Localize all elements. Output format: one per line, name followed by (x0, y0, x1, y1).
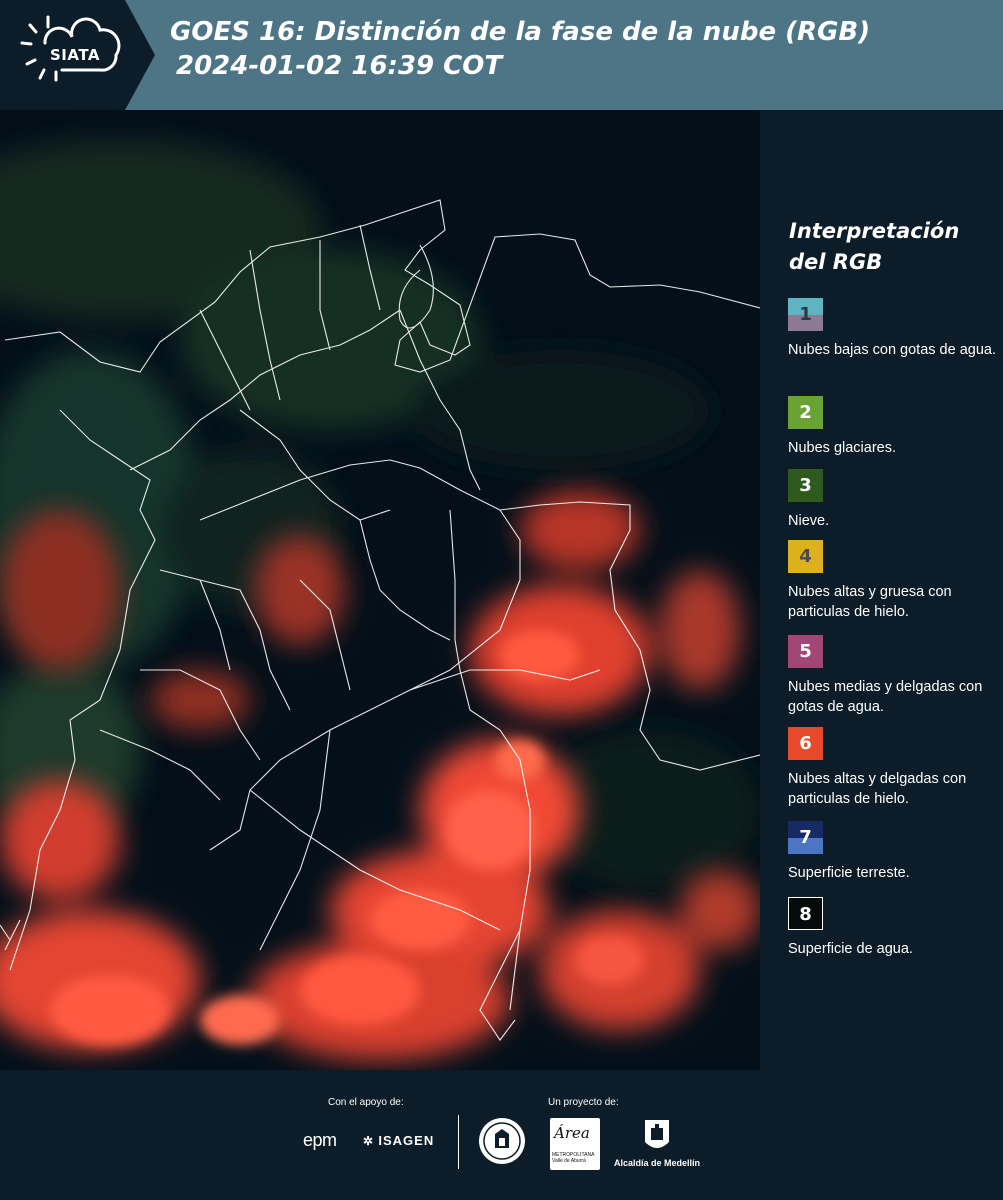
area-logo-subtext: METROPOLITANA Valle de Aburrá (552, 1152, 595, 1164)
siata-logo-text: SIATA (50, 46, 101, 64)
legend-panel: Interpretación del RGB 1 Nubes bajas con… (760, 110, 1003, 1070)
footer-divider (458, 1115, 459, 1169)
legend-item-1: 1 Nubes bajas con gotas de agua. (788, 298, 998, 360)
footer: Con el apoyo de: Un proyecto de: epm ✲ I… (0, 1070, 1003, 1200)
project-label: Un proyecto de: (548, 1097, 619, 1108)
title-line-1: GOES 16: Distinción de la fase de la nub… (170, 17, 871, 47)
legend-label-1: Nubes bajas con gotas de agua. (788, 342, 996, 358)
legend-item-4: 4 Nubes altas y gruesa con particulas de… (788, 540, 998, 622)
legend-item-5: 5 Nubes medias y delgadas con gotas de a… (788, 635, 998, 717)
legend-item-8: 8 Superficie de agua. (788, 897, 998, 959)
legend-swatch-6: 6 (788, 727, 823, 760)
epm-logo: epm (303, 1130, 337, 1150)
legend-swatch-1: 1 (788, 298, 823, 331)
legend-swatch-8: 8 (788, 897, 823, 930)
isagen-logo: ✲ ISAGEN (363, 1133, 435, 1148)
legend-label-7: Superficie terreste. (788, 865, 910, 881)
alcaldia-label: Alcaldía de Medellín (614, 1158, 701, 1168)
title-line-2: 2024-01-02 16:39 COT (176, 51, 503, 81)
legend-title: Interpretación del RGB (789, 219, 960, 274)
legend-label-2: Nubes glaciares. (788, 440, 896, 456)
legend-item-7: 7 Superficie terreste. (788, 821, 998, 883)
siata-logo: SIATA (0, 0, 155, 110)
area-metropolitana-logo: Área METROPOLITANA Valle de Aburrá (550, 1118, 600, 1170)
legend-label-6: Nubes altas y delgadas con particulas de… (788, 771, 967, 807)
legend-label-4: Nubes altas y gruesa con particulas de h… (788, 584, 952, 620)
satellite-rgb-image (0, 110, 760, 1070)
header: SIATA GOES 16: Distinción de la fase de … (0, 0, 1003, 110)
legend-swatch-7: 7 (788, 821, 823, 854)
legend-label-8: Superficie de agua. (788, 941, 913, 957)
legend-swatch-2: 2 (788, 396, 823, 429)
satellite-map[interactable] (0, 110, 760, 1070)
isagen-mark-icon: ✲ (363, 1134, 379, 1148)
legend-swatch-4: 4 (788, 540, 823, 573)
legend-item-6: 6 Nubes altas y delgadas con particulas … (788, 727, 998, 809)
legend-label-3: Nieve. (788, 513, 830, 529)
legend-item-2: 2 Nubes glaciares. (788, 396, 998, 458)
legend-item-3: 3 Nieve. (788, 469, 998, 531)
support-label: Con el apoyo de: (328, 1097, 404, 1108)
university-seal-icon (479, 1118, 525, 1164)
area-logo-text: Área (554, 1124, 590, 1142)
alcaldia-shield-icon (645, 1120, 669, 1148)
legend-swatch-3: 3 (788, 469, 823, 502)
page-title: GOES 16: Distinción de la fase de la nub… (170, 15, 870, 83)
legend-swatch-5: 5 (788, 635, 823, 668)
legend-label-5: Nubes medias y delgadas con gotas de agu… (788, 679, 983, 715)
